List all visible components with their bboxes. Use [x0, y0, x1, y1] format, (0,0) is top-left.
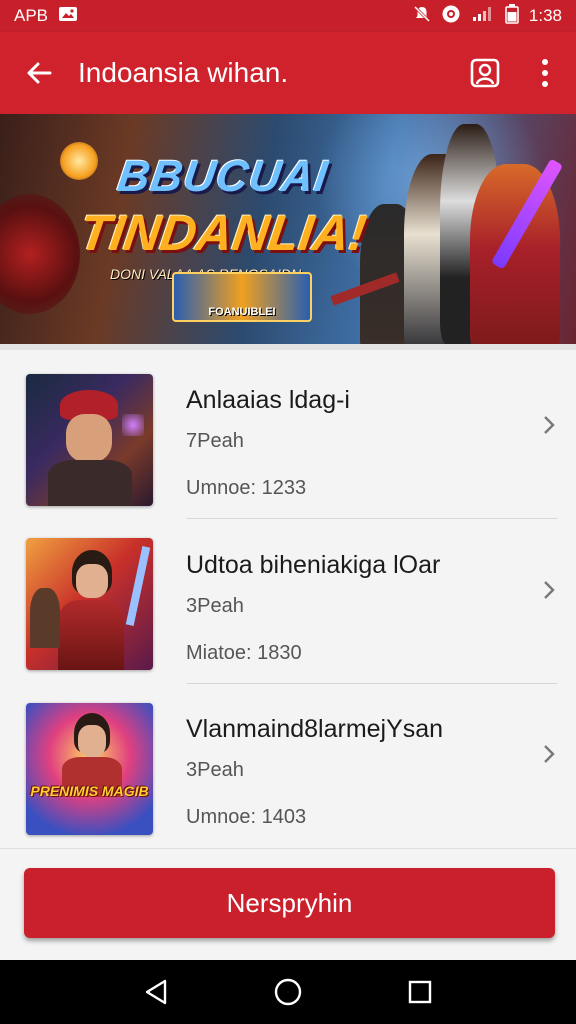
bottom-action-area: Nerspryhin	[0, 848, 576, 960]
thumb-body	[58, 600, 124, 670]
game-title: Udtoa biheniakiga lOar	[186, 551, 441, 579]
app-bar: Indoansia wihan.	[0, 32, 576, 114]
game-list: Anlaaias ldag-i 7Peah Umnoe: 1233 Udtoa …	[0, 344, 576, 848]
roster-strip-label: FOANUIBLEI	[208, 306, 276, 318]
list-item[interactable]: Anlaaias ldag-i 7Peah Umnoe: 1233	[0, 350, 576, 515]
game-meta: Umnoe: 1403	[186, 806, 307, 828]
nav-recents-icon	[408, 980, 432, 1004]
primary-action-button[interactable]: Nerspryhin	[24, 868, 555, 938]
banner-title-line-1: BBUCUAI	[114, 152, 332, 201]
thumb-sword	[125, 546, 151, 626]
thumb-face	[76, 564, 108, 598]
battery-icon	[505, 3, 519, 29]
system-nav-bar	[0, 960, 576, 1024]
more-vert-icon	[542, 59, 548, 87]
thumb-ally	[30, 588, 60, 648]
nav-recents-button[interactable]	[396, 968, 444, 1016]
carrier-label: APB	[14, 6, 49, 25]
helmet-shape	[0, 194, 80, 314]
list-item[interactable]: PRENIMIS MAGIB Vlanmaind8larmejYsan 3Pea…	[0, 679, 576, 844]
chevron-right-icon	[544, 416, 555, 434]
nav-back-icon	[145, 979, 167, 1005]
nav-back-button[interactable]	[132, 968, 180, 1016]
chevron-right-icon	[544, 581, 555, 599]
game-meta: Miatoe: 1830	[186, 642, 302, 664]
character-roster-strip: FOANUIBLEI	[172, 272, 312, 322]
notifications-off-icon	[413, 5, 431, 28]
thumb-face	[66, 414, 112, 462]
game-title: Vlanmaind8larmejYsan	[186, 715, 444, 743]
chevron-right-icon	[544, 745, 555, 763]
vpn-icon	[441, 4, 461, 29]
clock: 1:38	[528, 6, 562, 25]
game-thumbnail	[26, 374, 153, 506]
game-title: Anlaaias ldag-i	[186, 386, 350, 414]
nav-home-button[interactable]	[264, 968, 312, 1016]
game-thumbnail: PRENIMIS MAGIB	[26, 703, 153, 835]
nav-home-icon	[274, 978, 302, 1006]
back-button[interactable]	[0, 32, 78, 114]
thumb-body	[48, 460, 132, 506]
more-options-button[interactable]	[514, 32, 576, 114]
game-size: 3Peah	[186, 759, 244, 781]
game-thumbnail	[26, 538, 153, 670]
status-bar: APB 1:38	[0, 0, 576, 32]
banner-title-line-2: TINDANLIA!	[76, 205, 370, 261]
back-arrow-icon	[27, 62, 52, 84]
promo-banner[interactable]: BBUCUAI TINDANLIA! DONI VALAA AS RFNGSAI…	[0, 114, 576, 344]
thumb-logo-text: PRENIMIS MAGIB	[30, 783, 149, 799]
page-title: Indoansia wihan.	[78, 57, 289, 88]
game-meta: Umnoe: 1233	[186, 477, 307, 499]
profile-button[interactable]	[456, 32, 514, 114]
lamp-glow	[60, 142, 98, 180]
game-size: 3Peah	[186, 595, 244, 617]
thumb-spark	[122, 414, 144, 436]
thumb-face	[78, 725, 106, 757]
image-icon	[58, 6, 78, 27]
profile-badge-icon	[470, 58, 500, 88]
signal-icon	[471, 6, 495, 27]
game-size: 7Peah	[186, 430, 244, 452]
list-item[interactable]: Udtoa biheniakiga lOar 3Peah Miatoe: 183…	[0, 515, 576, 680]
